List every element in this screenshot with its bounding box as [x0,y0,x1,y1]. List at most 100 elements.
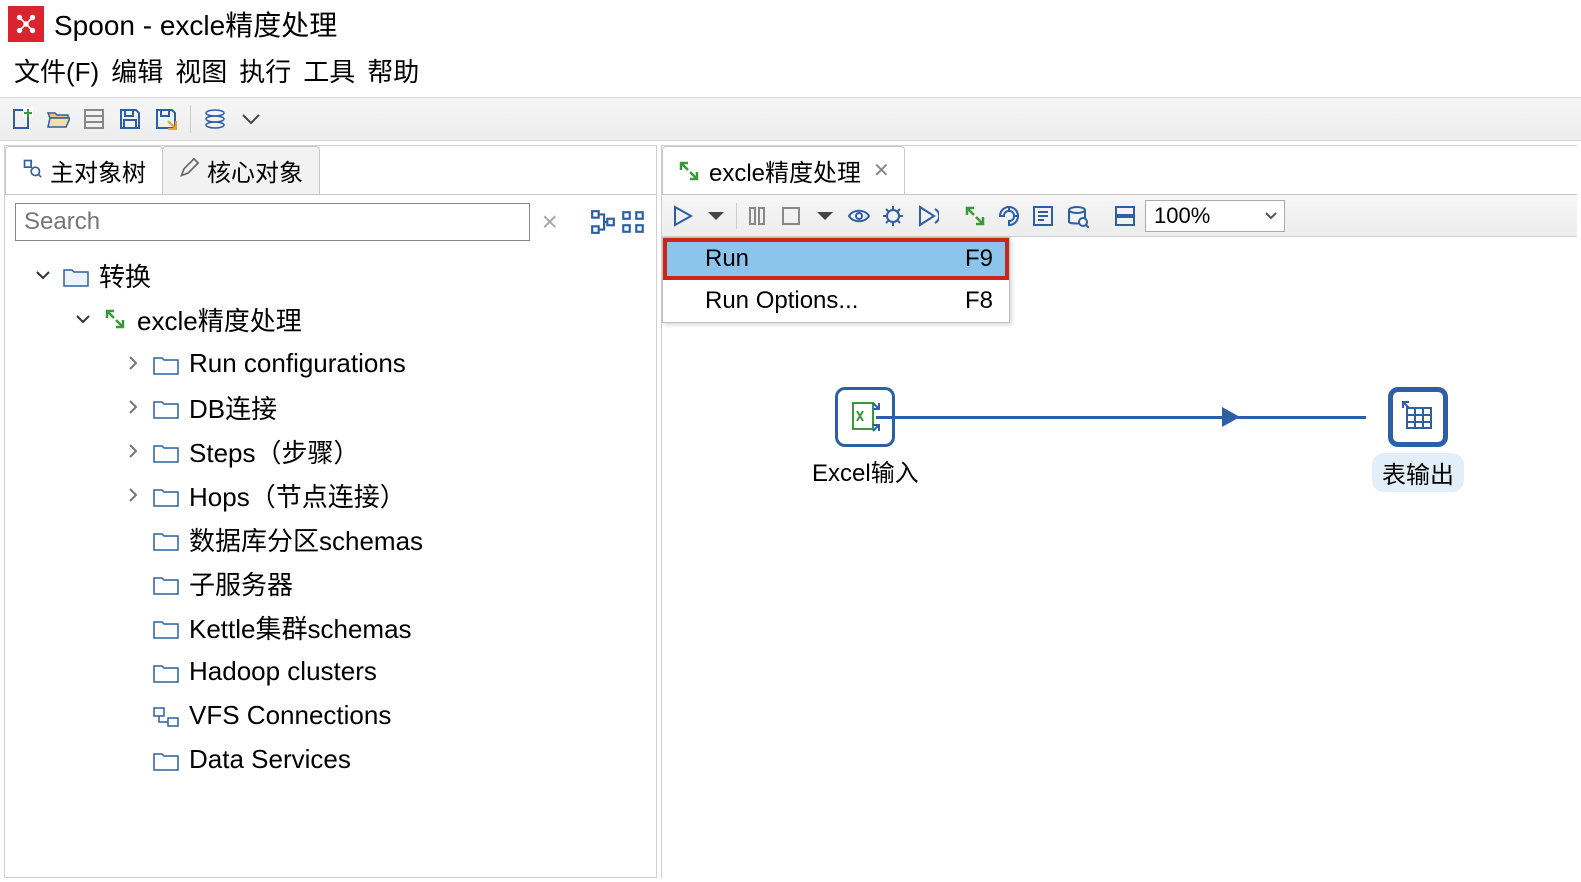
folder-icon [153,352,179,374]
run-menu-options-key: F8 [965,287,993,315]
clear-search-icon[interactable]: × [536,206,564,238]
tree-data-services-label: Data Services [189,744,351,775]
expand-tree-icon[interactable] [590,209,616,235]
zoom-select[interactable]: 100% [1145,200,1285,232]
tree-hops-label: Hops（节点连接） [189,477,406,514]
menu-view[interactable]: 视图 [171,50,231,91]
tree-db-connections[interactable]: DB连接 [13,385,648,429]
menu-edit[interactable]: 编辑 [107,50,167,91]
transformation-icon [103,307,127,331]
run-dropdown-icon[interactable] [702,202,730,230]
chevron-right-icon[interactable] [123,441,143,461]
save-as-icon[interactable] [152,105,180,133]
pause-icon[interactable] [743,202,771,230]
run-icon[interactable] [668,202,696,230]
stop-dropdown-icon[interactable] [811,202,839,230]
tree-steps-label: Steps（步骤） [189,433,360,470]
chevron-down-icon[interactable] [33,265,53,285]
run-menu-run[interactable]: Run F9 [663,238,1009,280]
run-menu-options[interactable]: Run Options... F8 [663,280,1009,322]
folder-icon [63,264,89,286]
tree-slave-servers[interactable]: 子服务器 [13,561,648,605]
tree-transformation[interactable]: excle精度处理 [13,297,648,341]
chevron-right-icon[interactable] [123,485,143,505]
menu-tools[interactable]: 工具 [299,50,359,91]
tree-partition-schemas[interactable]: 数据库分区schemas [13,517,648,561]
transformation-canvas[interactable]: Excel输入 表输出 [662,237,1577,878]
impact-icon[interactable] [995,202,1023,230]
run-dropdown-menu: Run F9 Run Options... F8 [662,237,1010,323]
tree-hadoop-clusters[interactable]: Hadoop clusters [13,649,648,693]
tab-core-objects[interactable]: 核心对象 [162,146,320,194]
search-row: × [5,195,656,249]
menu-action[interactable]: 执行 [235,50,295,91]
collapse-tree-icon[interactable] [620,209,646,235]
explore-icon[interactable] [80,105,108,133]
open-icon[interactable] [44,105,72,133]
left-panel: 主对象树 核心对象 × 转换 excle精度 [4,145,657,878]
folder-icon [153,528,179,550]
tree-transformation-label: excle精度处理 [137,301,302,338]
chevron-down-icon[interactable] [237,105,265,133]
main-toolbar [0,97,1581,141]
menu-file[interactable]: 文件(F) [10,50,103,91]
tree-root-transform[interactable]: 转换 [13,253,648,297]
node-table-output-label: 表输出 [1372,453,1464,492]
show-results-icon[interactable] [1111,202,1139,230]
tree-icon [22,157,42,185]
tab-core-objects-label: 核心对象 [207,153,303,188]
preview-icon[interactable] [845,202,873,230]
perspective-icon[interactable] [201,105,229,133]
run-menu-options-label: Run Options... [705,287,858,315]
separator [190,105,191,133]
tree-run-configurations[interactable]: Run configurations [13,341,648,385]
tree-hadoop-clusters-label: Hadoop clusters [189,656,377,687]
tree-root-label: 转换 [99,257,151,294]
chevron-down-icon[interactable] [73,309,93,329]
canvas-toolbar: 100% Run F9 Run Options... F8 [662,195,1577,237]
stop-icon[interactable] [777,202,805,230]
expand-buttons [590,209,646,235]
verify-icon[interactable] [961,202,989,230]
editor-tab-excle[interactable]: excle精度处理 ✕ [662,146,905,194]
zoom-value: 100% [1154,203,1210,229]
chevron-right-icon[interactable] [123,353,143,373]
tree-data-services[interactable]: Data Services [13,737,648,781]
node-excel-input[interactable]: Excel输入 [812,387,919,488]
tab-main-tree-label: 主对象树 [50,153,146,188]
new-icon[interactable] [8,105,36,133]
main-split: 主对象树 核心对象 × 转换 excle精度 [0,141,1581,882]
search-input[interactable] [15,203,530,241]
save-icon[interactable] [116,105,144,133]
titlebar: Spoon - excle精度处理 [0,0,1581,48]
sql-icon[interactable] [1029,202,1057,230]
editor-tab-label: excle精度处理 [709,153,861,188]
left-tabs: 主对象树 核心对象 [5,146,656,195]
tree-vfs-connections[interactable]: VFS Connections [13,693,648,737]
menubar: 文件(F) 编辑 视图 执行 工具 帮助 [0,48,1581,97]
tab-main-tree[interactable]: 主对象树 [5,146,163,194]
explore-db-icon[interactable] [1063,202,1091,230]
node-table-output-box[interactable] [1388,387,1448,447]
folder-icon [153,440,179,462]
pencil-icon [179,157,199,185]
node-excel-input-label: Excel输入 [812,453,919,488]
replay-icon[interactable] [913,202,941,230]
tree-kettle-cluster[interactable]: Kettle集群schemas [13,605,648,649]
folder-icon [153,396,179,418]
hop-arrow[interactable] [876,416,1366,419]
debug-icon[interactable] [879,202,907,230]
folder-icon [153,616,179,638]
tree-db-connections-label: DB连接 [189,389,277,426]
menu-help[interactable]: 帮助 [363,50,423,91]
chevron-down-icon [1264,203,1278,229]
run-menu-run-label: Run [705,245,749,273]
tree-hops[interactable]: Hops（节点连接） [13,473,648,517]
chevron-right-icon[interactable] [123,397,143,417]
folder-icon [153,484,179,506]
tree-vfs-connections-label: VFS Connections [189,700,391,731]
node-table-output[interactable]: 表输出 [1372,387,1464,492]
tree-steps[interactable]: Steps（步骤） [13,429,648,473]
folder-icon [153,572,179,594]
close-tab-icon[interactable]: ✕ [873,158,890,183]
